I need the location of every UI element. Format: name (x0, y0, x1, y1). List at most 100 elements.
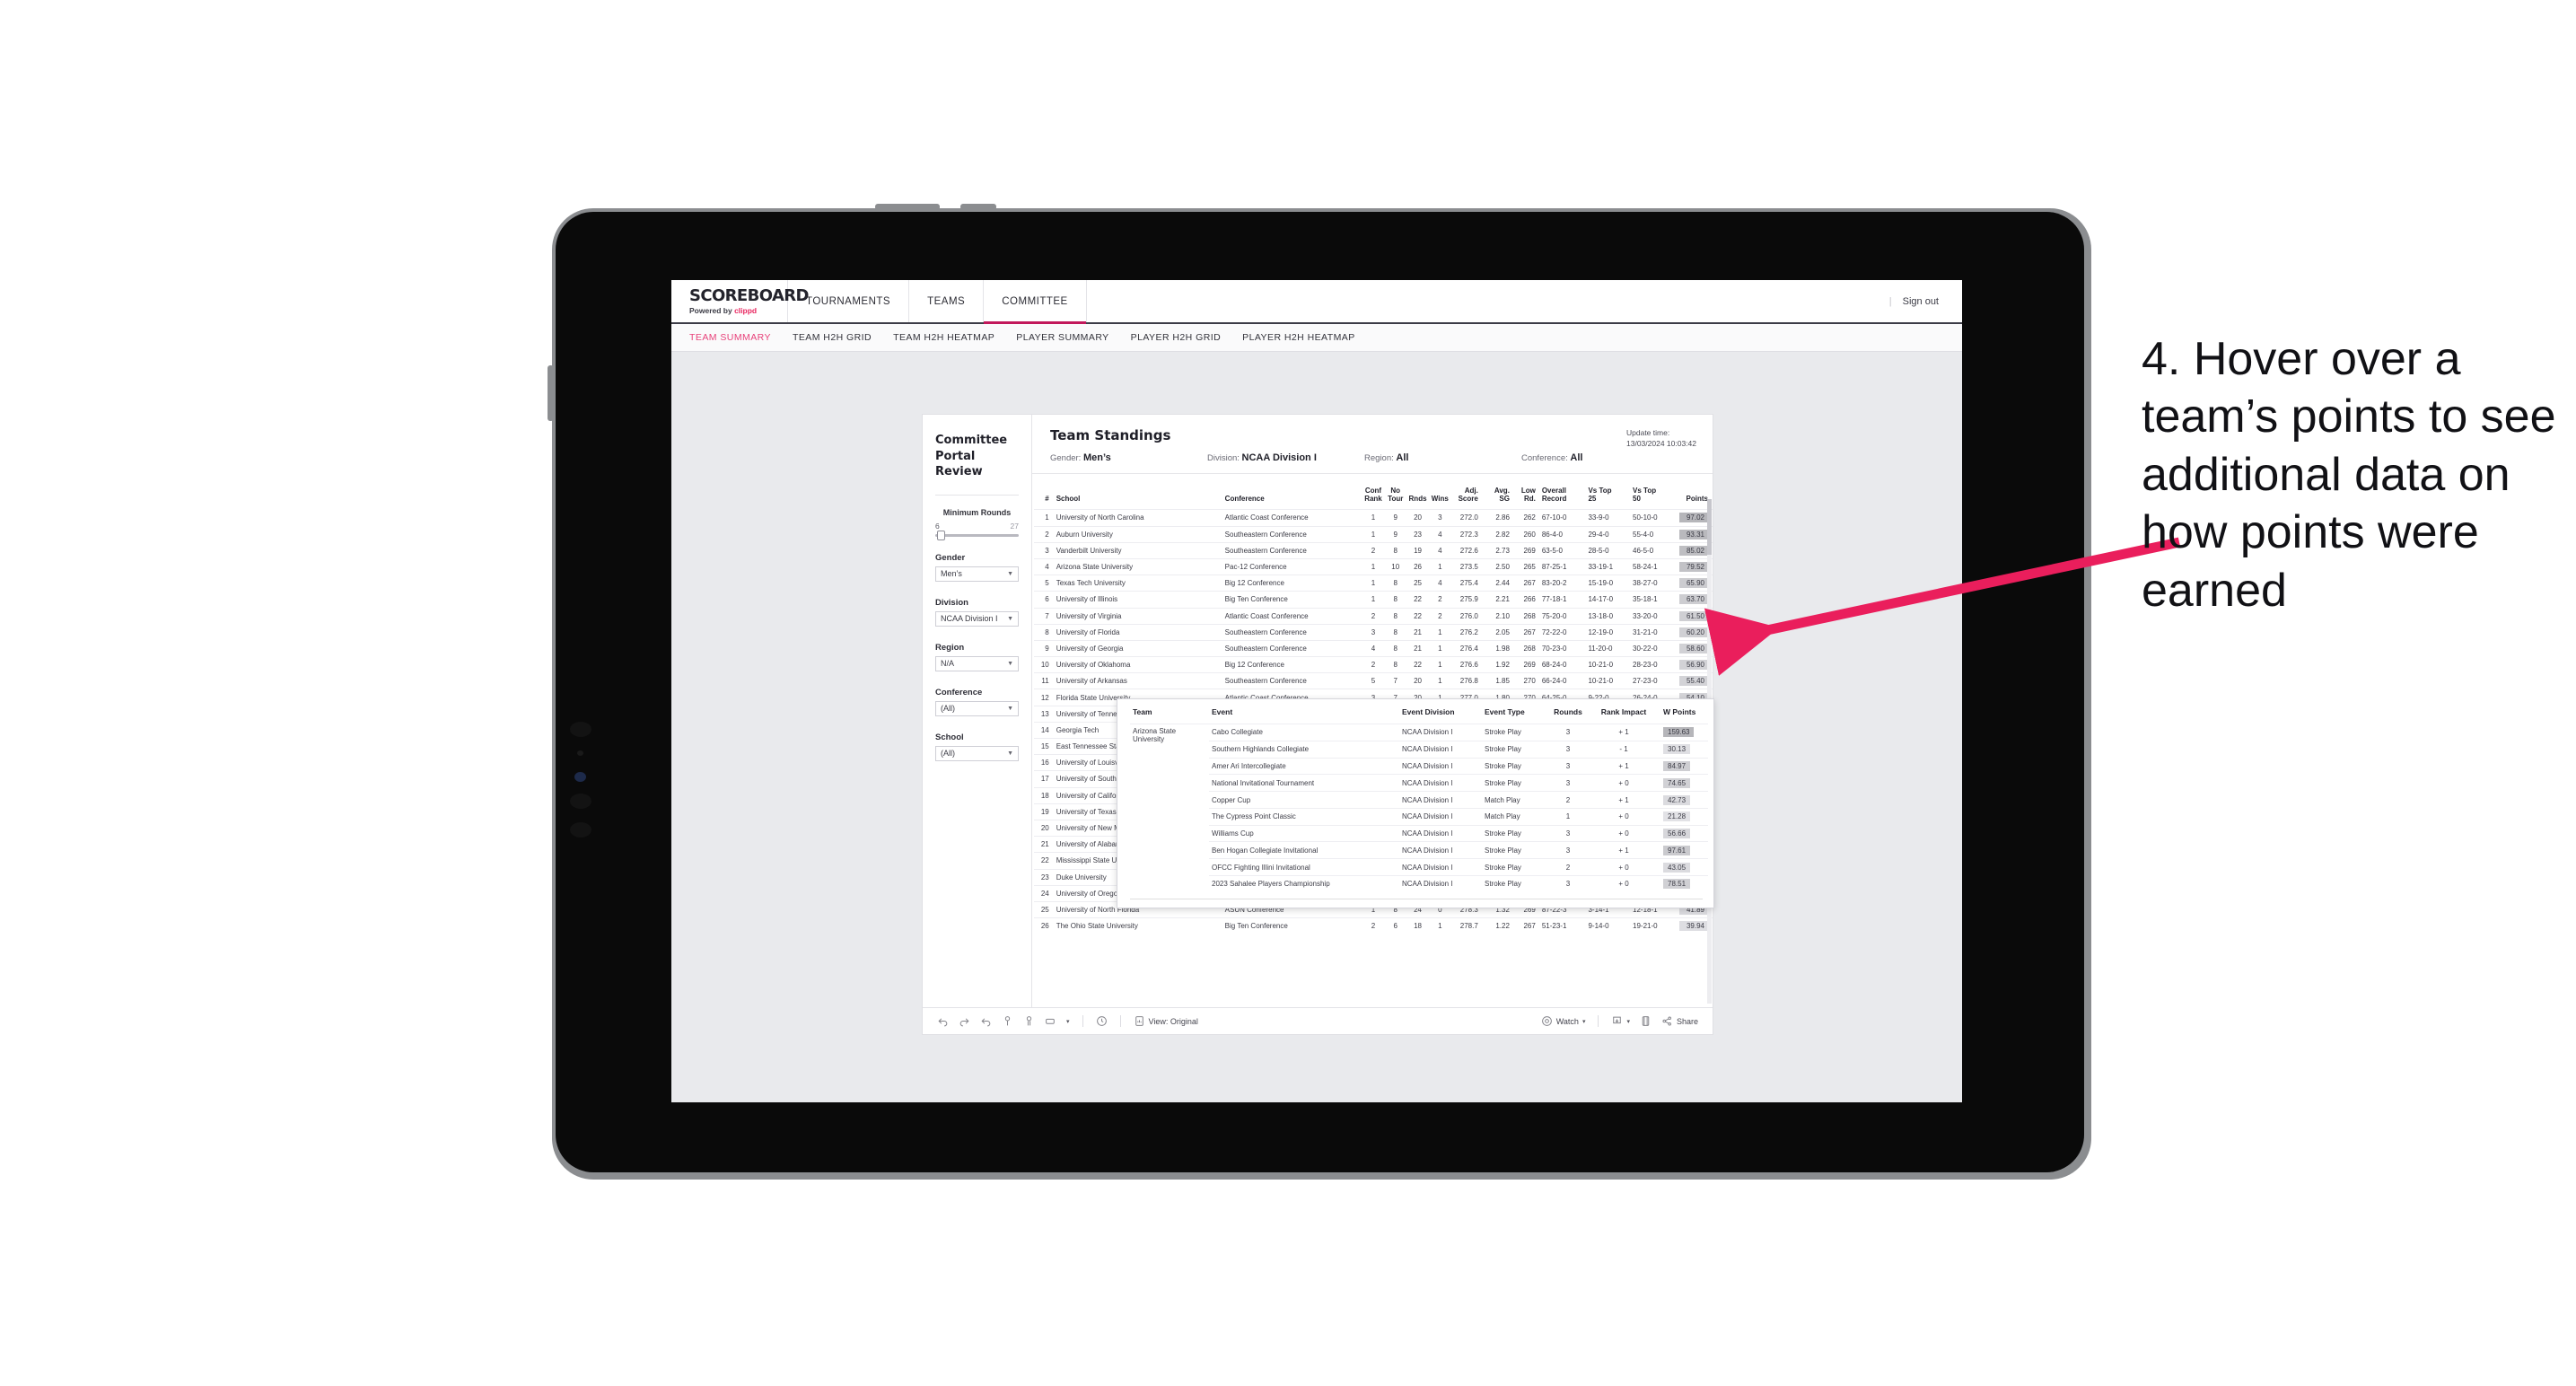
filter-region-select[interactable]: N/A ▼ (935, 655, 1019, 671)
cell-conference: Southeastern Conference (1222, 623, 1362, 641)
tt-th-event: Event (1212, 707, 1233, 716)
table-row[interactable]: 8 University of Florida Southeastern Confe… (1034, 623, 1713, 641)
refresh-data-icon[interactable] (1002, 1015, 1013, 1027)
tab-player-h2h-heatmap[interactable]: PLAYER H2H HEATMAP (1242, 332, 1355, 343)
th-no-tour[interactable]: No Tour (1384, 474, 1406, 510)
cell-school: Texas Tech University (1054, 575, 1223, 592)
share-button[interactable]: Share (1661, 1015, 1698, 1027)
tooltip-cell-division: NCAA Division I (1399, 757, 1482, 775)
th-rnds[interactable]: Rnds (1406, 474, 1429, 510)
slider-handle[interactable] (937, 530, 945, 540)
device-button-left[interactable] (548, 365, 554, 421)
device-button-top-1[interactable] (875, 204, 940, 210)
meta-conference-key: Conference: (1521, 453, 1568, 463)
th-vs-top-50[interactable]: Vs Top 50 (1631, 474, 1676, 510)
pause-data-icon[interactable] (1023, 1015, 1035, 1027)
table-row[interactable]: 7 University of Virginia Atlantic Coast Co… (1034, 607, 1713, 625)
table-row[interactable]: 6 University of Illinois Big Ten Conferenc… (1034, 591, 1713, 608)
tab-team-h2h-grid[interactable]: TEAM H2H GRID (793, 332, 872, 343)
chevron-down-icon: ▼ (1007, 705, 1013, 712)
chevron-down-icon[interactable]: ▾ (1066, 1018, 1070, 1025)
cell-rank: 18 (1034, 786, 1055, 804)
undo-icon[interactable] (937, 1015, 949, 1027)
meta-division-key: Division: (1207, 453, 1240, 463)
th-school[interactable]: School (1055, 474, 1223, 510)
nav-item-tournaments[interactable]: TOURNAMENTS (788, 280, 910, 322)
filter-region: Region N/A ▼ (935, 643, 1019, 671)
th-adj-score[interactable]: Adj. Score (1451, 474, 1483, 510)
tooltip-cell-rank-impact: + 0 (1590, 875, 1658, 892)
th-ovr-l1: Overall (1541, 487, 1566, 495)
minimum-rounds-range: 6 27 (935, 522, 1019, 531)
cell-school: Auburn University (1054, 525, 1223, 543)
th-avg-sg[interactable]: Avg. SG (1483, 474, 1514, 510)
filter-gender-select[interactable]: Men’s ▼ (935, 566, 1019, 582)
cell-vs-top-50: 50-10-0 (1631, 509, 1676, 527)
tab-team-h2h-heatmap[interactable]: TEAM H2H HEATMAP (893, 332, 994, 343)
cell-conf-rank: 3 (1362, 623, 1385, 641)
th-wins[interactable]: Wins (1429, 474, 1451, 510)
redo-icon[interactable] (959, 1015, 970, 1027)
cell-adj-score: 278.7 (1450, 917, 1483, 934)
filter-conference: Conference (All) ▼ (935, 688, 1019, 716)
tab-player-summary[interactable]: PLAYER SUMMARY (1016, 332, 1108, 343)
cell-low-rd: 267 (1513, 575, 1540, 592)
th-vs-top-25[interactable]: Vs Top 25 (1586, 474, 1631, 510)
nav-item-committee[interactable]: COMMITTEE (984, 280, 1087, 324)
device-button-top-2[interactable] (960, 204, 996, 210)
cell-avg-sg: 2.73 (1482, 541, 1514, 559)
tooltip-cell-team: Arizona State University (1130, 723, 1209, 892)
filter-school-select[interactable]: (All) ▼ (935, 745, 1019, 761)
table-row[interactable]: 1 University of North Carolina Atlantic Co… (1034, 509, 1713, 527)
filter-conference-select[interactable]: (All) ▼ (935, 700, 1019, 716)
speaker-icon (570, 794, 591, 809)
view-original-button[interactable]: View: Original (1134, 1015, 1198, 1027)
table-row[interactable]: 4 Arizona State University Pac-12 Conferen… (1034, 557, 1713, 575)
brand-logo[interactable]: SCOREBOARD Powered by clippd (671, 280, 810, 322)
cell-avg-sg: 1.98 (1482, 639, 1514, 657)
cell-vs-top-50: 33-20-0 (1631, 607, 1676, 625)
tooltip-thead: Team Event Event Division Event Type Rou… (1130, 707, 1708, 724)
cell-adj-score: 275.4 (1450, 575, 1483, 592)
cell-rnds: 21 (1406, 623, 1429, 641)
tab-team-summary[interactable]: TEAM SUMMARY (689, 332, 771, 343)
th-avg-l2: SG (1499, 495, 1510, 504)
th-conference[interactable]: Conference (1223, 474, 1362, 510)
tab-player-h2h-grid[interactable]: PLAYER H2H GRID (1131, 332, 1222, 343)
table-row[interactable]: 3 Vanderbilt University Southeastern Confe… (1034, 541, 1713, 559)
update-time-value: 13/03/2024 10:03:42 (1626, 439, 1696, 449)
history-icon[interactable] (1096, 1015, 1108, 1027)
table-row[interactable]: 9 University of Georgia Southeastern Confe… (1034, 639, 1713, 657)
cell-wins: 2 (1428, 591, 1451, 608)
table-row[interactable]: 26 The Ohio State University Big Ten Confe… (1034, 917, 1713, 934)
th-conf-rank[interactable]: Conf Rank (1362, 474, 1385, 510)
table-row[interactable]: 5 Texas Tech University Big 12 Conference 1… (1034, 575, 1713, 592)
meta-region: Region: All (1364, 452, 1521, 463)
sign-out-link[interactable]: Sign out (1903, 296, 1939, 307)
th-low-rd[interactable]: Low Rd. (1514, 474, 1540, 510)
tooltip-row: OFCC Fighting Illini Invitational NCAA Di… (1130, 858, 1708, 876)
cell-conf-rank: 2 (1362, 541, 1385, 559)
cell-avg-sg: 2.86 (1482, 509, 1514, 527)
tooltip-cell-w-points: 56.66 (1658, 824, 1708, 842)
tooltip-cell-w-points: 30.13 (1658, 740, 1708, 759)
cell-low-rd: 267 (1513, 917, 1540, 934)
table-row[interactable]: 11 University of Arkansas Southeastern Con… (1034, 672, 1713, 689)
th-overall-record[interactable]: Overall Record (1540, 474, 1587, 510)
tt-th-team: Team (1133, 707, 1152, 716)
sensor-icon (577, 750, 583, 756)
table-row[interactable]: 2 Auburn University Southeastern Conferenc… (1034, 525, 1713, 543)
download-button[interactable]: ▾ (1611, 1015, 1630, 1027)
minimum-rounds-slider[interactable] (935, 530, 1019, 540)
th-rank[interactable]: # (1034, 474, 1055, 510)
nav-item-teams[interactable]: TEAMS (909, 280, 985, 322)
highlight-icon[interactable] (1045, 1015, 1056, 1027)
cell-no-tour: 8 (1384, 639, 1407, 657)
filter-division-select[interactable]: NCAA Division I ▼ (935, 610, 1019, 627)
table-row[interactable]: 10 University of Oklahoma Big 12 Conferenc… (1034, 656, 1713, 673)
revert-icon[interactable] (980, 1015, 992, 1027)
th-conf-rank-l1: Conf (1364, 487, 1382, 495)
fullscreen-icon[interactable] (1640, 1015, 1652, 1027)
cell-low-rd: 269 (1513, 656, 1540, 673)
watch-button[interactable]: Watch ▾ (1541, 1015, 1585, 1027)
